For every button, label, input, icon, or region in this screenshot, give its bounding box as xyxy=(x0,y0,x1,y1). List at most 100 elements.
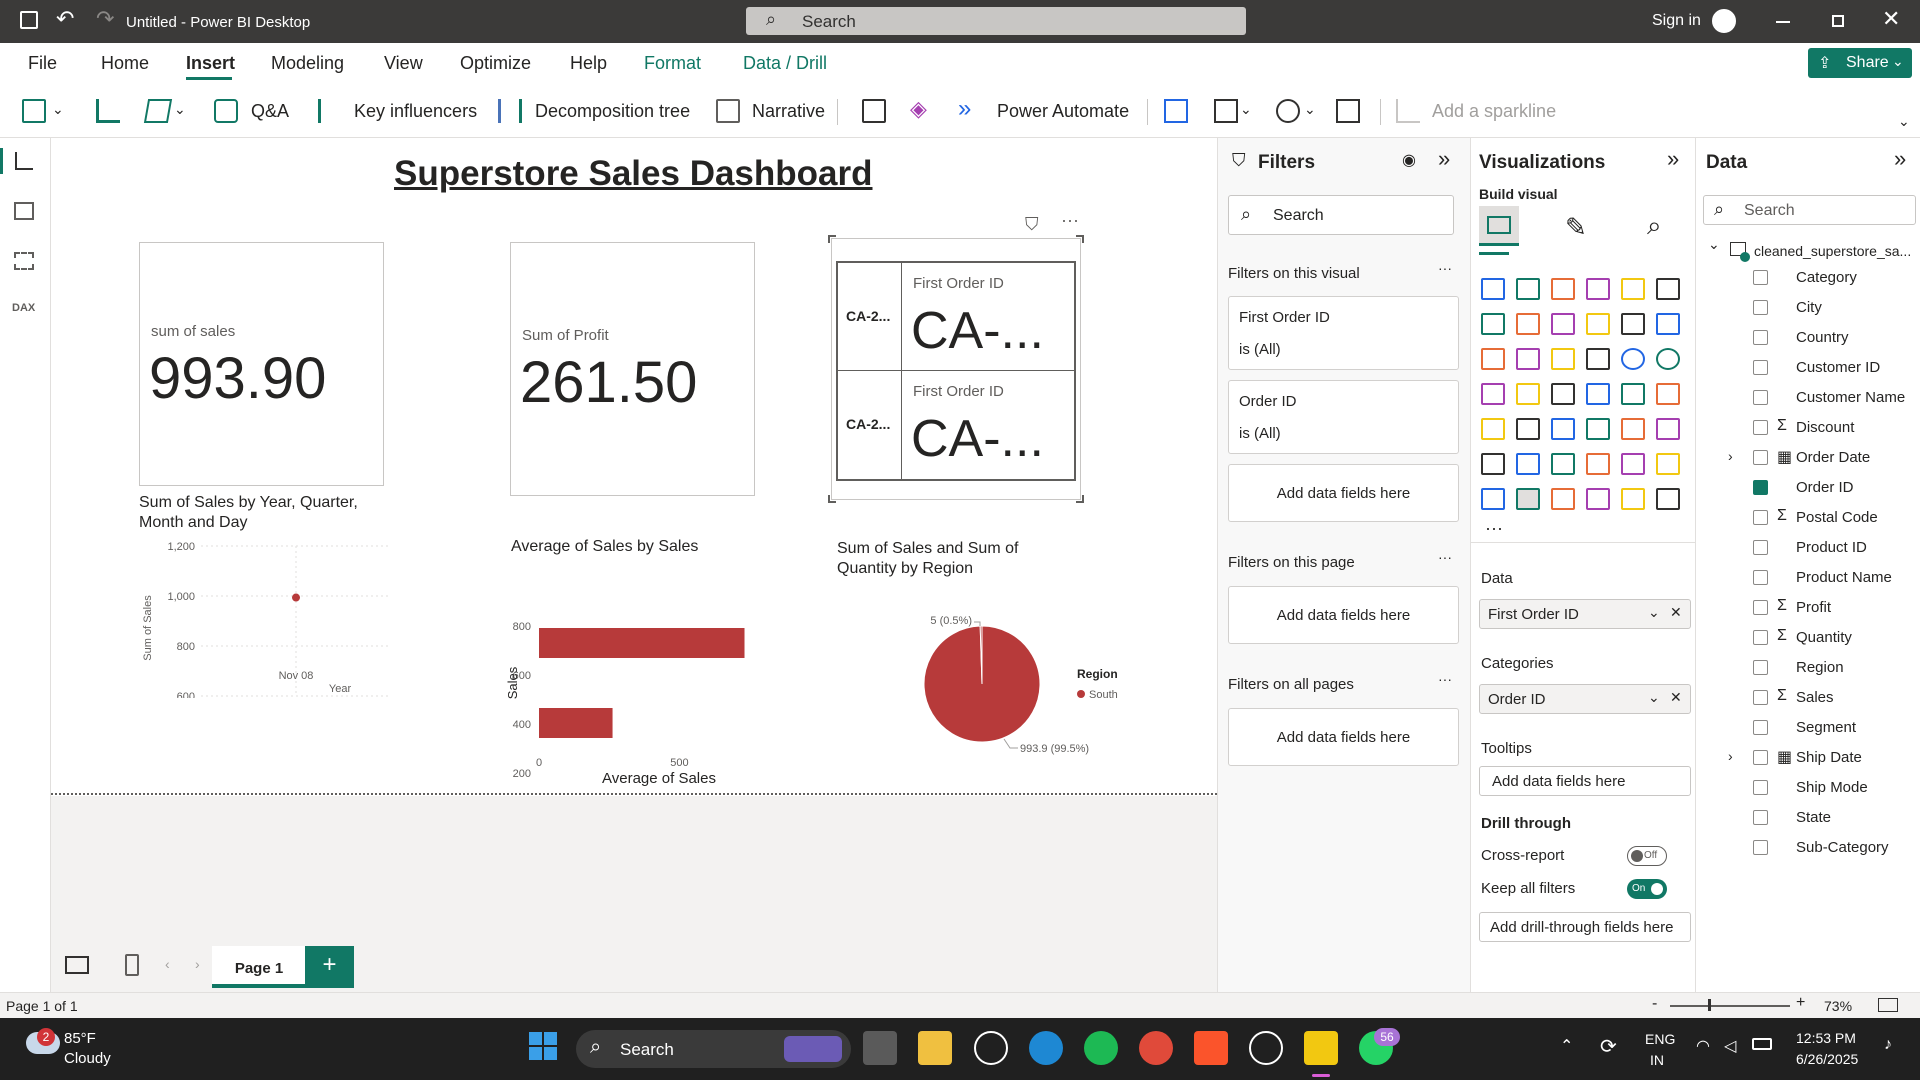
field-item[interactable]: Customer Name xyxy=(1696,384,1920,414)
field-checkbox[interactable] xyxy=(1753,630,1768,645)
field-item[interactable]: Country xyxy=(1696,324,1920,354)
visual-type-icon[interactable] xyxy=(1586,278,1610,300)
field-item[interactable]: Category xyxy=(1696,264,1920,294)
visual-type-icon[interactable] xyxy=(1586,453,1610,475)
add-data-fields-visual[interactable]: Add data fields here xyxy=(1228,464,1459,522)
title-search-box[interactable]: ⌕ Search xyxy=(746,7,1246,35)
qa-button[interactable]: Q&A xyxy=(251,101,289,122)
sync-icon[interactable]: ⟳ xyxy=(1600,1034,1617,1059)
card-sum-of-profit[interactable]: Sum of Profit 261.50 xyxy=(510,242,755,496)
visual-type-icon[interactable] xyxy=(1481,278,1505,300)
report-page[interactable]: Superstore Sales Dashboard sum of sales … xyxy=(51,138,1217,796)
field-checkbox[interactable] xyxy=(1753,540,1768,555)
resize-handle[interactable] xyxy=(828,235,836,243)
resize-handle[interactable] xyxy=(1076,235,1084,243)
menu-file[interactable]: File xyxy=(28,53,57,74)
remove-field-icon[interactable]: ✕ xyxy=(1670,689,1682,706)
cross-report-toggle[interactable]: Off xyxy=(1627,846,1667,866)
visual-type-icon[interactable] xyxy=(1516,348,1540,370)
visual-type-icon[interactable] xyxy=(1516,418,1540,440)
visual-type-icon[interactable] xyxy=(1586,418,1610,440)
report-view-icon[interactable] xyxy=(15,152,33,170)
notification-bell-icon[interactable]: ♪ xyxy=(1884,1036,1892,1054)
visual-type-icon[interactable] xyxy=(1586,383,1610,405)
key-influencers-button[interactable]: Key influencers xyxy=(354,101,477,122)
data-well-field[interactable]: First Order ID ⌄ ✕ xyxy=(1479,599,1691,629)
visual-type-icon[interactable] xyxy=(1516,278,1540,300)
chevron-down-icon[interactable]: ⌄ xyxy=(1648,604,1660,621)
visual-type-icon[interactable] xyxy=(1481,488,1505,510)
collapse-icon[interactable]: » xyxy=(1894,146,1906,172)
visual-type-icon[interactable] xyxy=(1656,453,1680,475)
field-checkbox[interactable] xyxy=(1753,330,1768,345)
power-automate-button[interactable]: Power Automate xyxy=(997,101,1129,122)
menu-view[interactable]: View xyxy=(384,53,423,74)
page-tab-1[interactable]: Page 1 xyxy=(212,946,306,988)
shapes-icon[interactable] xyxy=(1276,99,1300,123)
desktop-layout-icon[interactable] xyxy=(65,956,89,974)
chatgpt-icon[interactable] xyxy=(1249,1031,1283,1065)
format-visual-icon[interactable]: ✎ xyxy=(1565,212,1587,243)
filters-search-input[interactable]: ⌕ Search xyxy=(1228,195,1454,235)
field-item[interactable]: › ▦ Order Date xyxy=(1696,444,1920,474)
spotify-icon[interactable] xyxy=(1084,1031,1118,1065)
field-item[interactable]: Segment xyxy=(1696,714,1920,744)
field-item[interactable]: Product Name xyxy=(1696,564,1920,594)
eye-icon[interactable]: ◉ xyxy=(1402,150,1416,170)
image-icon[interactable] xyxy=(1336,99,1360,123)
remove-field-icon[interactable]: ✕ xyxy=(1670,604,1682,621)
account-icon[interactable] xyxy=(1712,9,1736,33)
bar-chart-average-sales[interactable]: 8006004002000 500Average of SalesSales xyxy=(505,568,795,793)
clock-time[interactable]: 12:53 PM xyxy=(1796,1030,1856,1046)
field-checkbox[interactable] xyxy=(1753,300,1768,315)
field-checkbox[interactable] xyxy=(1753,660,1768,675)
more-options-icon[interactable]: ··· xyxy=(1438,549,1452,565)
decomposition-tree-icon[interactable] xyxy=(498,99,522,123)
visual-type-icon[interactable] xyxy=(1621,383,1645,405)
field-item[interactable]: Customer ID xyxy=(1696,354,1920,384)
visual-type-icon[interactable] xyxy=(1551,348,1575,370)
zoom-in-icon[interactable]: + xyxy=(1796,994,1805,1012)
add-data-fields-page[interactable]: Add data fields here xyxy=(1228,586,1459,644)
field-checkbox[interactable] xyxy=(1753,780,1768,795)
field-checkbox[interactable] xyxy=(1753,570,1768,585)
qa-icon[interactable] xyxy=(214,99,238,123)
visual-type-icon[interactable] xyxy=(1551,488,1575,510)
visual-type-icon[interactable] xyxy=(1621,488,1645,510)
analytics-icon[interactable]: ⌕ xyxy=(1647,210,1662,242)
visual-type-icon[interactable] xyxy=(1516,313,1540,335)
filter-card-order-id[interactable]: Order ID is (All) xyxy=(1228,380,1459,454)
chevron-down-icon[interactable]: ⌄ xyxy=(52,101,64,118)
field-item[interactable]: Sub-Category xyxy=(1696,834,1920,864)
visual-type-icon[interactable] xyxy=(1621,313,1645,335)
narrative-button[interactable]: Narrative xyxy=(752,101,825,122)
visual-type-icon[interactable] xyxy=(1656,278,1680,300)
brave-icon[interactable] xyxy=(1194,1031,1228,1065)
next-page-icon[interactable]: › xyxy=(195,956,200,972)
visual-gallery-icon[interactable] xyxy=(96,99,120,123)
menu-modeling[interactable]: Modeling xyxy=(271,53,344,74)
categories-well-field[interactable]: Order ID ⌄ ✕ xyxy=(1479,684,1691,714)
field-checkbox[interactable] xyxy=(1753,810,1768,825)
field-checkbox[interactable] xyxy=(1753,840,1768,855)
more-visuals-icon[interactable]: ··· xyxy=(1485,518,1503,539)
field-item[interactable]: Product ID xyxy=(1696,534,1920,564)
chevron-down-icon[interactable]: ⌄ xyxy=(174,101,186,118)
field-checkbox[interactable] xyxy=(1753,750,1768,765)
add-data-fields-all-pages[interactable]: Add data fields here xyxy=(1228,708,1459,766)
model-view-icon[interactable] xyxy=(14,252,34,270)
chevron-down-icon[interactable]: ⌄ xyxy=(1304,101,1316,118)
add-drill-through-fields[interactable]: Add drill-through fields here xyxy=(1479,912,1691,942)
clock-date[interactable]: 6/26/2025 xyxy=(1796,1051,1858,1067)
filter-card-first-order-id[interactable]: First Order ID is (All) xyxy=(1228,296,1459,370)
visual-type-icon[interactable] xyxy=(1586,313,1610,335)
visual-type-icon[interactable] xyxy=(1516,383,1540,405)
tooltips-add-field[interactable]: Add data fields here xyxy=(1479,766,1691,796)
chevron-down-icon[interactable]: ⌄ xyxy=(1240,101,1252,118)
field-checkbox[interactable] xyxy=(1753,450,1768,465)
visual-type-icon[interactable] xyxy=(1481,383,1505,405)
edge-icon[interactable] xyxy=(1029,1031,1063,1065)
add-page-button[interactable]: + xyxy=(305,946,354,988)
field-item[interactable]: Σ Postal Code xyxy=(1696,504,1920,534)
chevron-down-icon[interactable]: ⌄ xyxy=(1648,689,1660,706)
